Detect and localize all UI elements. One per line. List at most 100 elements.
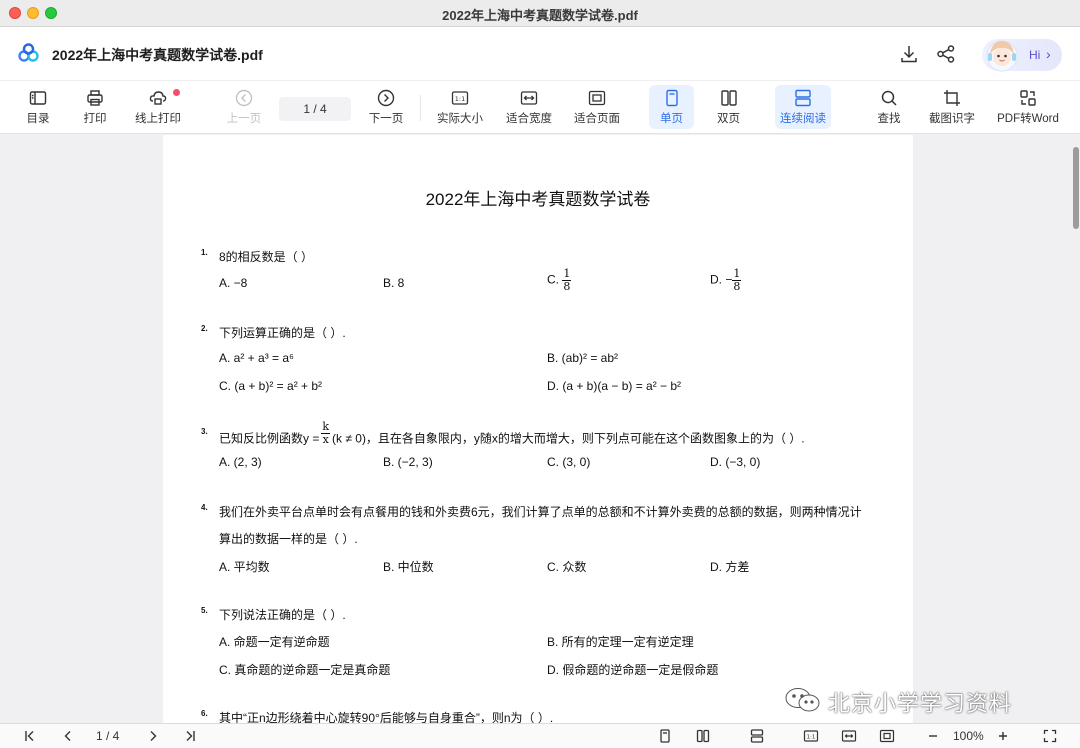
question-number: 3.: [201, 427, 208, 436]
actual-size-icon: 1:1: [451, 91, 469, 105]
fit-page-label: 适合页面: [574, 113, 620, 125]
share-icon[interactable]: [935, 43, 957, 65]
last-page-icon[interactable]: [182, 728, 198, 744]
printer-icon: [87, 90, 103, 106]
option-c: C. (a + b)² = a² + b²: [219, 379, 323, 393]
actual-size-button[interactable]: 1:1 实际大小: [433, 85, 487, 129]
continuous-read-button[interactable]: 连续阅读: [775, 85, 831, 129]
option-c: C. 真命题的逆命题一定是真命题: [219, 663, 391, 677]
wechat-icon: [785, 688, 820, 712]
print-button[interactable]: 打印: [71, 85, 119, 129]
option-b: B. 中位数: [383, 560, 434, 574]
toc-button[interactable]: 目录: [14, 85, 62, 129]
double-page-view-icon[interactable]: [695, 728, 711, 744]
question-text: 我们在外卖平台点单时会有点餐用的钱和外卖费6元，我们计算了点单的总额和不计算外卖…: [219, 505, 862, 519]
search-icon: [881, 90, 897, 106]
convert-icon: [1020, 90, 1036, 106]
fit-width-view-icon[interactable]: [841, 728, 857, 744]
status-bar: 1 / 4 1:1 100%: [0, 723, 1080, 748]
option-c: C. 众数: [547, 560, 587, 574]
page-number-input[interactable]: 1 / 4: [279, 97, 351, 121]
fit-page-icon: [588, 90, 606, 106]
next-page-button[interactable]: 下一页: [362, 85, 410, 129]
question-1: 1. 8的相反数是（ ） A. −8 B. 8 C. 18 D. −1 8: [163, 248, 913, 300]
fit-page-button[interactable]: 适合页面: [570, 85, 624, 129]
option-b: B. (ab)² = ab²: [547, 351, 619, 365]
assistant-avatar-icon: [986, 40, 1018, 72]
fit-width-button[interactable]: 适合宽度: [502, 85, 556, 129]
notification-badge: [173, 89, 180, 96]
double-page-button[interactable]: 双页: [706, 85, 751, 129]
actual-size-view-icon[interactable]: 1:1: [803, 728, 819, 744]
document-title: 2022年上海中考真题数学试卷.pdf: [52, 47, 263, 63]
watermark: 北京小学学习资料: [784, 682, 1054, 718]
ocr-label: 截图识字: [929, 113, 975, 125]
question-5: 5. 下列说法正确的是（ ）. A. 命题一定有逆命题 B. 所有的定理一定有逆…: [163, 606, 913, 677]
app-logo-icon: [18, 43, 39, 62]
option-d: D. −1 8: [710, 268, 742, 293]
question-text: 下列说法正确的是（ ）.: [219, 608, 346, 622]
vertical-scrollbar[interactable]: [1073, 147, 1079, 229]
option-a: A. −8: [219, 276, 248, 290]
zoom-out-icon[interactable]: [925, 728, 941, 744]
find-label: 查找: [877, 113, 901, 125]
question-number: 5.: [201, 606, 208, 615]
continuous-view-icon[interactable]: [749, 728, 765, 744]
question-number: 1.: [201, 248, 208, 257]
pdf-to-word-label: PDF转Word: [997, 113, 1059, 125]
cloud-print-icon: [149, 91, 167, 105]
fraction-denominator: 8: [563, 280, 571, 293]
option-a: A. 平均数: [219, 560, 270, 574]
online-print-label: 线上打印: [135, 113, 181, 125]
prev-page-button[interactable]: 上一页: [220, 85, 268, 129]
fraction-1-8: 18: [732, 268, 742, 293]
option-b: B. (−2, 3): [383, 455, 433, 469]
double-page-label: 双页: [717, 113, 740, 125]
fraction-1-8: 18: [562, 268, 572, 293]
single-page-view-icon[interactable]: [657, 728, 673, 744]
find-button[interactable]: 查找: [866, 85, 912, 129]
option-d: D. (a + b)(a − b) = a² − b²: [547, 379, 682, 393]
zoom-in-icon[interactable]: [995, 728, 1011, 744]
option-a: A. a² + a³ = a⁶: [219, 351, 294, 365]
option-a: A. (2, 3): [219, 455, 262, 469]
next-page-icon[interactable]: [145, 728, 161, 744]
arrow-right-circle-icon: [377, 89, 395, 107]
question-number: 6.: [201, 709, 208, 718]
option-b: B. 所有的定理一定有逆定理: [547, 635, 694, 649]
question-text: 下列运算正确的是（ ）.: [219, 326, 346, 340]
crop-icon: [944, 90, 960, 106]
question-text: 其中“正n边形绕着中心旋转90°后能够与自身重合”，则n为（ ）.: [219, 711, 554, 723]
window-title: 2022年上海中考真题数学试卷.pdf: [442, 8, 638, 23]
first-page-icon[interactable]: [22, 728, 38, 744]
question-number: 2.: [201, 324, 208, 333]
prev-page-icon[interactable]: [60, 728, 76, 744]
toolbar: 目录 打印 线上打印 上一页 1 / 4 下一页 1:1 实际大小 适合宽度 适…: [0, 80, 1080, 134]
status-page-indicator[interactable]: 1 / 4: [96, 729, 119, 743]
fit-width-icon: [520, 91, 538, 105]
fit-width-label: 适合宽度: [506, 113, 552, 125]
double-page-icon: [720, 90, 737, 106]
option-b: B. 8: [383, 276, 405, 290]
fit-page-view-icon[interactable]: [879, 728, 895, 744]
document-viewer[interactable]: 2022年上海中考真题数学试卷 1. 8的相反数是（ ） A. −8 B. 8 …: [0, 135, 1080, 723]
option-d: D. 假命题的逆命题一定是假命题: [547, 663, 719, 677]
question-number: 4.: [201, 503, 208, 512]
option-c: C. 18: [547, 268, 572, 293]
ocr-button[interactable]: 截图识字: [925, 85, 979, 129]
question-text: 8的相反数是（ ）: [219, 250, 314, 264]
window-titlebar: 2022年上海中考真题数学试卷.pdf: [0, 0, 1080, 27]
pdf-to-word-button[interactable]: PDF转Word: [994, 85, 1062, 129]
question-4: 4. 我们在外卖平台点单时会有点餐用的钱和外卖费6元，我们计算了点单的总额和不计…: [163, 503, 913, 574]
toolbar-divider: [420, 95, 421, 121]
assistant-button[interactable]: Hi ›: [982, 39, 1062, 72]
single-page-button[interactable]: 单页: [649, 85, 694, 129]
question-text-pre: 已知反比例函数y =: [219, 431, 320, 446]
continuous-read-label: 连续阅读: [780, 113, 826, 125]
single-page-icon: [665, 89, 678, 107]
pdf-page: 2022年上海中考真题数学试卷 1. 8的相反数是（ ） A. −8 B. 8 …: [163, 135, 913, 723]
continuous-read-icon: [795, 89, 811, 107]
download-icon[interactable]: [898, 43, 920, 65]
arrow-left-circle-icon: [235, 89, 253, 107]
fullscreen-icon[interactable]: [1042, 728, 1058, 744]
